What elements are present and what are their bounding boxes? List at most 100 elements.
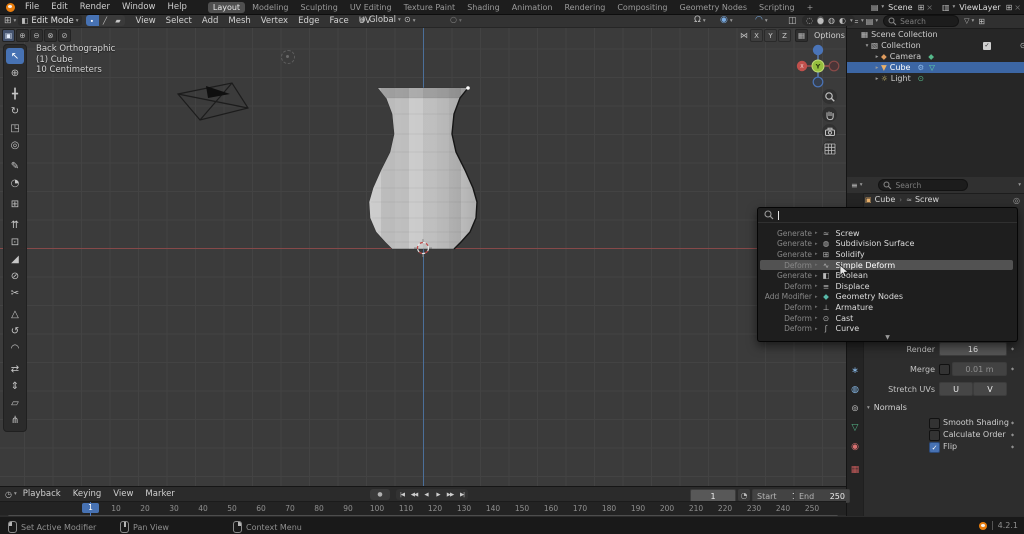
modifier-search-input[interactable] <box>758 208 1017 223</box>
tool-cursor[interactable]: ⊕ <box>6 65 24 81</box>
tab-texture[interactable]: ▦ <box>848 462 862 477</box>
merge-checkbox[interactable] <box>939 364 950 375</box>
3d-viewport[interactable]: ▣⊕⊖⊗⊘ ⋈ XYZ ▦ Options ▾ Back Orthographi… <box>0 27 846 486</box>
properties-search-input[interactable]: Search <box>878 179 969 191</box>
next-keyframe-button[interactable]: ▶▶ <box>444 489 456 500</box>
auto-keying-button[interactable]: ● <box>370 489 390 500</box>
select-mode-new-icon[interactable]: ▣ <box>2 29 15 42</box>
modifier-menu-item-armature[interactable]: Deform ▸ ⊥ Armature <box>760 302 1013 313</box>
tool-loop-cut[interactable]: ⊘ <box>6 268 24 284</box>
add-workspace-button[interactable]: + <box>802 2 819 13</box>
new-view-layer-icon[interactable]: ⊞ <box>1006 3 1013 12</box>
workspace-tab-rendering[interactable]: Rendering <box>559 2 610 13</box>
options-dropdown[interactable]: Options <box>814 31 845 40</box>
proportional-editing-toggle[interactable]: ◠ ▾ <box>755 15 768 25</box>
mirror-z-button[interactable]: Z <box>778 29 791 42</box>
modifier-menu-item-curve[interactable]: Deform ▸ ʃ Curve <box>760 323 1013 334</box>
use-preview-range-icon[interactable]: ◔ <box>738 489 750 501</box>
tool-transform[interactable]: ◎ <box>6 137 24 153</box>
workspace-tab-geometry-nodes[interactable]: Geometry Nodes <box>675 2 752 13</box>
hide-viewport-eye-icon[interactable]: ⊙ <box>1020 41 1024 50</box>
editor-type-icon[interactable]: ≡ <box>851 181 858 190</box>
play-reverse-button[interactable]: ◀ <box>420 489 432 500</box>
tab-object-data[interactable]: ▽ <box>848 420 862 435</box>
merge-distance-field[interactable]: 0.01 m <box>952 362 1007 376</box>
snap-target-dropdown[interactable]: ◉ ▾ <box>720 15 733 25</box>
modifier-menu-item-solidify[interactable]: Generate ▸ ⊞ Solidify <box>760 249 1013 260</box>
timeline-menu-marker[interactable]: Marker <box>145 489 174 499</box>
filter-icon[interactable]: ▽ <box>964 17 969 25</box>
scene-name[interactable]: Scene <box>888 3 912 12</box>
tool-scale[interactable]: ◳ <box>6 120 24 136</box>
unlink-scene-icon[interactable]: × <box>926 3 933 12</box>
previous-keyframe-button[interactable]: ◀◀ <box>408 489 420 500</box>
animate-dot-icon[interactable]: ◆ <box>1011 444 1014 449</box>
outliner-row-light[interactable]: ▸☼Light⊙⊙▣ <box>847 73 1024 84</box>
modifier-menu-item-cast[interactable]: Deform ▸ ⊙ Cast <box>760 313 1013 324</box>
animate-dot-icon[interactable]: ◆ <box>1011 346 1014 351</box>
snap-options-icon[interactable]: ▦ <box>795 29 808 42</box>
menu-render[interactable]: Render <box>80 2 110 12</box>
play-button[interactable]: ▶ <box>432 489 444 500</box>
editor-type-icon[interactable]: ◷ <box>5 490 12 499</box>
viewport-menu-face[interactable]: Face <box>330 16 349 26</box>
tool-rotate[interactable]: ↻ <box>6 103 24 119</box>
editor-type-icon[interactable]: ⊞ <box>4 16 12 26</box>
timeline-menu-view[interactable]: View <box>113 489 133 499</box>
pin-icon[interactable]: ◎ <box>1013 196 1020 205</box>
tool-add-cube[interactable]: ⊞ <box>6 196 24 212</box>
navigation-gizmo[interactable]: X Y <box>794 42 842 90</box>
select-mode-invert-icon[interactable]: ⊗ <box>44 29 57 42</box>
workspace-tab-compositing[interactable]: Compositing <box>612 2 672 13</box>
tool-measure[interactable]: ◔ <box>6 175 24 191</box>
modifier-menu-item-geometry-nodes[interactable]: Add Modifier ▸ ◆ Geometry Nodes <box>760 292 1013 303</box>
workspace-tab-modeling[interactable]: Modeling <box>247 2 293 13</box>
viewport-menu-vertex[interactable]: Vertex <box>261 16 288 26</box>
jump-to-start-button[interactable]: |◀ <box>396 489 408 500</box>
menu-file[interactable]: File <box>25 2 39 12</box>
tab-particles[interactable]: ∗ <box>848 363 862 378</box>
toggle-perspective-icon[interactable] <box>822 141 837 156</box>
breadcrumb-modifier[interactable]: Screw <box>915 195 939 204</box>
workspace-tab-shading[interactable]: Shading <box>462 2 505 13</box>
mirror-y-button[interactable]: Y <box>764 29 777 42</box>
expand-icon[interactable]: ▸ <box>873 76 881 82</box>
shading-material-icon[interactable]: ◍ <box>828 16 835 25</box>
select-mode-intersect-icon[interactable]: ⊘ <box>58 29 71 42</box>
tool-shrink-fatten[interactable]: ⇕ <box>6 378 24 394</box>
shading-wireframe-icon[interactable]: ◌ <box>806 16 813 25</box>
options-chevron-icon[interactable]: ▾ <box>1018 182 1021 188</box>
vase-mesh[interactable] <box>354 78 500 254</box>
snap-toggle[interactable]: Ω ▾ <box>694 15 706 25</box>
pan-hand-icon[interactable] <box>822 107 837 122</box>
viewport-menu-mesh[interactable]: Mesh <box>228 16 250 26</box>
new-collection-icon[interactable]: ⊞ <box>978 17 985 26</box>
stretch-u-toggle[interactable]: U <box>939 382 973 396</box>
workspace-tab-uv-editing[interactable]: UV Editing <box>345 2 397 13</box>
smooth-shading-checkbox[interactable] <box>929 418 940 429</box>
tool-bevel[interactable]: ◢ <box>6 251 24 267</box>
edge-select-button[interactable]: ╱ <box>98 15 112 26</box>
new-scene-icon[interactable]: ⊞ <box>918 3 925 12</box>
tool-smooth[interactable]: ◠ <box>6 340 24 356</box>
menu-window[interactable]: Window <box>122 2 156 12</box>
tool-spin[interactable]: ↺ <box>6 323 24 339</box>
camera-view-icon[interactable] <box>822 124 837 139</box>
tool-extrude-region[interactable]: ⇈ <box>6 217 24 233</box>
menu-help[interactable]: Help <box>167 2 186 12</box>
workspace-tab-scripting[interactable]: Scripting <box>754 2 800 13</box>
outliner-row-collection[interactable]: ▾▧Collection ✓ ⊙▣ <box>847 40 1024 51</box>
timeline-menu-playback[interactable]: Playback <box>23 489 61 499</box>
view-layer-icon[interactable]: ▥ <box>942 3 950 12</box>
outliner-row-scene-collection[interactable]: ▦ Scene Collection <box>847 29 1024 40</box>
viewport-menu-add[interactable]: Add <box>202 16 218 26</box>
tool-move[interactable]: ╋ <box>6 86 24 102</box>
shading-solid-icon[interactable]: ● <box>816 16 824 25</box>
tab-constraints[interactable]: ⊚ <box>848 401 862 416</box>
workspace-tab-layout[interactable]: Layout <box>207 1 246 13</box>
mode-dropdown[interactable]: ◧ Edit Mode ▾ <box>18 15 82 26</box>
timeline-menu-keying[interactable]: Keying <box>73 489 102 499</box>
gizmo-z-axis[interactable] <box>812 44 824 56</box>
tool-edge-slide[interactable]: ⇄ <box>6 361 24 377</box>
shading-rendered-icon[interactable]: ◐ <box>839 16 846 25</box>
